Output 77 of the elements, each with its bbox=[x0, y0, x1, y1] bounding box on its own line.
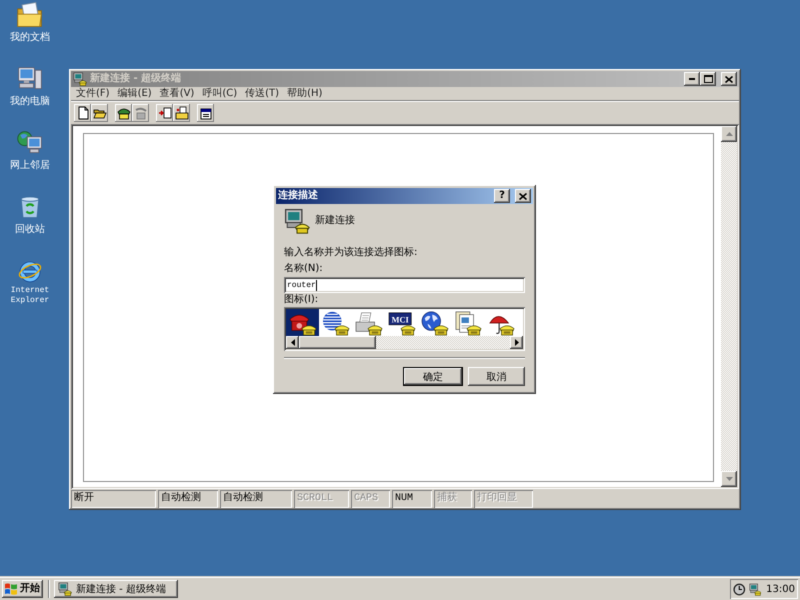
desktop-icon-label[interactable]: 网上邻居 bbox=[10, 160, 50, 172]
prompt-text: 输入名称并为该连接选择图标: bbox=[284, 247, 418, 259]
status-indicator: CAPS bbox=[351, 490, 390, 508]
scroll-right-button[interactable] bbox=[510, 336, 523, 349]
status-indicator: NUM bbox=[392, 490, 432, 508]
name-label: 名称(N): bbox=[284, 263, 324, 275]
dialog-title: 连接描述 bbox=[278, 190, 319, 202]
menu-item[interactable]: 查看(V) bbox=[156, 88, 198, 100]
help-button[interactable]: ? bbox=[494, 189, 510, 203]
cancel-button[interactable]: 取消 bbox=[468, 367, 525, 386]
connection-heading: 新建连接 bbox=[315, 215, 355, 227]
folder-icon[interactable] bbox=[16, 1, 44, 29]
properties-button[interactable] bbox=[197, 104, 214, 122]
close-icon bbox=[519, 192, 527, 200]
close-button[interactable] bbox=[721, 72, 737, 86]
scroll-up-button[interactable] bbox=[721, 126, 737, 142]
desktop-icon-label[interactable]: 我的电脑 bbox=[10, 96, 50, 108]
clock-time: 13:00 bbox=[766, 584, 795, 594]
app-icon bbox=[58, 582, 72, 596]
app-icon[interactable] bbox=[73, 72, 87, 86]
menu-item[interactable]: 编辑(E) bbox=[114, 88, 156, 100]
status-indicator: 自动检测 bbox=[158, 490, 218, 508]
menu-item[interactable]: 传送(T) bbox=[241, 88, 284, 100]
minimize-button[interactable] bbox=[684, 72, 700, 86]
status-indicator: 打印回显 bbox=[474, 490, 533, 508]
menu-item[interactable]: 帮助(H) bbox=[283, 88, 326, 100]
fax-machine-icon bbox=[354, 310, 384, 336]
horizontal-scrollbar[interactable] bbox=[286, 336, 523, 349]
icon-option[interactable] bbox=[286, 309, 319, 336]
document-icon bbox=[452, 310, 482, 336]
open-button[interactable] bbox=[91, 104, 108, 122]
blank-page-icon bbox=[76, 106, 90, 120]
phone-handset-icon bbox=[134, 106, 148, 120]
scroll-down-button[interactable] bbox=[721, 471, 737, 487]
flag-logo-icon bbox=[4, 582, 18, 596]
desktop-icon-label[interactable]: Internet Explorer bbox=[8, 286, 52, 305]
icon-label: 图标(I): bbox=[284, 294, 320, 306]
phone-icon bbox=[116, 106, 130, 120]
close-button[interactable] bbox=[515, 189, 531, 203]
text-cursor-icon bbox=[316, 280, 317, 290]
menu-item[interactable]: 文件(F) bbox=[72, 88, 114, 100]
right-arrow-icon bbox=[514, 339, 518, 346]
left-arrow-icon bbox=[290, 339, 294, 346]
call-button[interactable] bbox=[115, 104, 132, 122]
start-button[interactable]: 开始 bbox=[2, 580, 43, 598]
status-indicator: 断开 bbox=[71, 490, 156, 508]
taskbar-task-button[interactable]: 新建连接 - 超级终端 bbox=[54, 580, 178, 598]
ok-button[interactable]: 确定 bbox=[403, 367, 463, 386]
vertical-scrollbar[interactable] bbox=[721, 126, 737, 487]
striped-globe-icon bbox=[320, 310, 350, 336]
menu-item[interactable]: 呼叫(C) bbox=[198, 88, 242, 100]
icon-list[interactable]: MCI bbox=[284, 307, 525, 351]
name-input-field[interactable]: router bbox=[284, 277, 525, 293]
globe-icon bbox=[420, 310, 450, 336]
folder-arrow-icon bbox=[174, 106, 188, 120]
status-indicator: SCROLL bbox=[294, 490, 349, 508]
window-list-icon bbox=[198, 106, 212, 120]
maximize-icon bbox=[704, 75, 712, 83]
status-indicator: 捕获 bbox=[434, 490, 472, 508]
computer-phone-icon[interactable] bbox=[748, 582, 762, 596]
scrollbar-thumb[interactable] bbox=[299, 336, 376, 349]
scroll-left-button[interactable] bbox=[286, 336, 299, 349]
computer-phone-icon bbox=[284, 208, 310, 234]
status-indicator: 自动检测 bbox=[220, 490, 292, 508]
maximize-button[interactable] bbox=[700, 72, 716, 86]
page-arrow-icon bbox=[158, 106, 172, 120]
desktop-icon-label[interactable]: 回收站 bbox=[15, 224, 45, 236]
receive-button[interactable] bbox=[173, 104, 190, 122]
new-button[interactable] bbox=[74, 104, 91, 122]
close-icon bbox=[725, 76, 733, 82]
minimize-icon bbox=[689, 78, 695, 80]
desktop-icon-label[interactable]: 我的文档 bbox=[10, 32, 50, 44]
send-button[interactable] bbox=[156, 104, 173, 122]
down-arrow-icon bbox=[726, 477, 732, 481]
window-title: 新建连接 - 超级终端 bbox=[90, 73, 182, 85]
up-arrow-icon bbox=[726, 132, 732, 136]
clock-face-icon[interactable] bbox=[733, 582, 746, 596]
